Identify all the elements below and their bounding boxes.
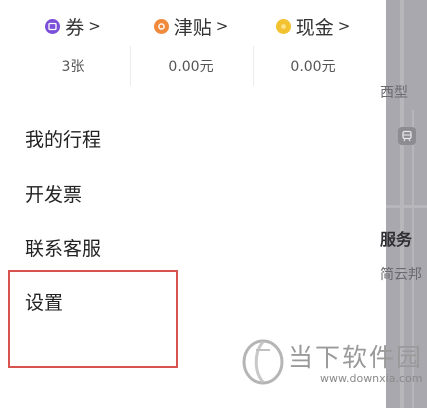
wallet-coupons[interactable]: 券 > 3张 [13,0,133,95]
wallet-cash-header[interactable]: 现金 > [253,13,373,39]
wallet-coupons-label: 券 [65,16,85,39]
wallet-cash[interactable]: 现金 > 0.00元 [253,0,373,95]
cash-coin-icon [275,18,291,34]
wallet-coupons-header[interactable]: 券 > [13,13,133,39]
chevron-right-icon: > [88,17,101,35]
wallet-cash-label: 现金 [295,16,334,39]
wallet-allowance-label: 津贴 [173,16,212,39]
menu-item-my-trips[interactable]: 我的行程 [25,126,101,154]
map-label: 西型 [380,85,408,101]
watermark-url: www.downxia.com [320,372,423,385]
ticket-coupon-icon [45,18,61,34]
map-road [386,205,427,208]
chevron-right-icon: > [337,17,351,35]
watermark-title: 当下软件园 [288,343,424,372]
map-label: 简云邦 [380,267,422,283]
menu-item-invoice[interactable]: 开发票 [25,181,82,209]
wallet-allowance[interactable]: 津贴 > 0.00元 [131,0,251,95]
wallet-summary: 券 > 3张 津贴 > 0.00元 现金 > 0.00元 [0,0,386,95]
wallet-cash-value: 0.00元 [290,59,336,75]
menu-item-customer-service[interactable]: 联系客服 [25,235,101,263]
metro-station-icon [398,127,416,145]
allowance-coin-icon [153,18,169,34]
map-label: 服务 [380,230,413,249]
watermark: 当下软件园 www.downxia.com [236,334,424,394]
watermark-logo-icon [242,339,284,385]
wallet-allowance-value: 0.00元 [168,59,214,75]
settings-highlight-box [8,270,178,368]
chevron-right-icon: > [215,17,229,35]
wallet-coupons-value: 3张 [61,59,85,75]
wallet-allowance-header[interactable]: 津贴 > [131,13,251,39]
